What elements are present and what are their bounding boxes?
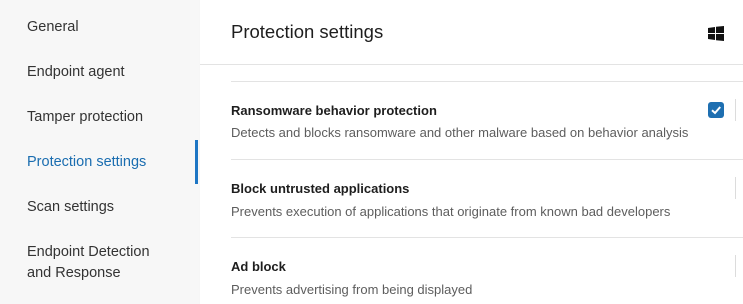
- header: Protection settings: [200, 0, 743, 65]
- row-separator: [735, 177, 736, 199]
- setting-title: Ad block: [231, 259, 286, 274]
- main-panel: Protection settings Ransomware behavior …: [200, 0, 743, 304]
- sidebar-item-protection-settings[interactable]: Protection settings: [27, 152, 146, 173]
- checkmark-icon: [711, 106, 721, 115]
- sidebar-item-tamper-protection[interactable]: Tamper protection: [27, 107, 143, 128]
- page-title: Protection settings: [231, 21, 384, 42]
- setting-description: Detects and blocks ransomware and other …: [231, 125, 689, 140]
- sidebar-item-scan-settings[interactable]: Scan settings: [27, 197, 114, 218]
- row-separator: [735, 255, 736, 277]
- windows-icon: [708, 26, 724, 41]
- divider: [231, 159, 743, 160]
- ransomware-checkbox[interactable]: [708, 102, 724, 118]
- sidebar-item-general[interactable]: General: [27, 17, 79, 38]
- sidebar-item-label-line1: Endpoint Detection: [27, 244, 150, 260]
- sidebar: General Endpoint agent Tamper protection…: [0, 0, 199, 304]
- sidebar-item-edr[interactable]: Endpoint Detection and Response: [27, 242, 150, 284]
- active-indicator: [195, 140, 198, 184]
- sidebar-item-endpoint-agent[interactable]: Endpoint agent: [27, 62, 125, 83]
- divider: [231, 81, 743, 82]
- setting-description: Prevents execution of applications that …: [231, 204, 671, 219]
- row-separator: [735, 99, 736, 121]
- setting-title: Ransomware behavior protection: [231, 103, 437, 118]
- setting-title: Block untrusted applications: [231, 181, 410, 196]
- sidebar-item-label-line2: and Response: [27, 265, 121, 281]
- setting-description: Prevents advertising from being displaye…: [231, 282, 473, 297]
- divider: [231, 237, 743, 238]
